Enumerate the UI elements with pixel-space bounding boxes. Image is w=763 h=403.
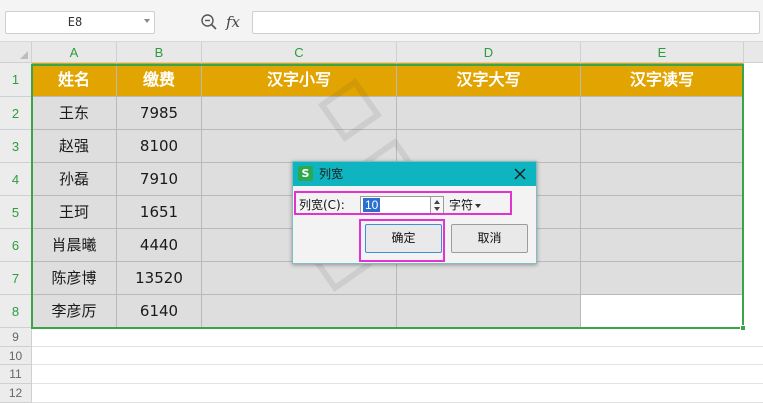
- dialog-title: 列宽: [319, 167, 344, 181]
- cell-empty[interactable]: [202, 97, 397, 130]
- header-cell-name[interactable]: 姓名: [32, 63, 117, 97]
- grid-line: [32, 383, 763, 384]
- row-header-12[interactable]: 12: [0, 384, 32, 403]
- cell-fee[interactable]: 7985: [117, 97, 202, 130]
- cell-name[interactable]: 孙磊: [32, 163, 117, 196]
- close-icon[interactable]: [512, 166, 528, 182]
- cell-name[interactable]: 肖晨曦: [32, 229, 117, 262]
- row-header-9[interactable]: 9: [0, 328, 32, 347]
- header-cell-lowercase[interactable]: 汉字小写: [202, 63, 397, 97]
- zoom-icon[interactable]: [200, 13, 218, 31]
- cell-name[interactable]: 赵强: [32, 130, 117, 163]
- column-width-input[interactable]: 10: [360, 196, 432, 214]
- row-header-10[interactable]: 10: [0, 347, 32, 365]
- cell-empty[interactable]: [581, 163, 744, 196]
- cell-empty[interactable]: [581, 229, 744, 262]
- cell-fee[interactable]: 7910: [117, 163, 202, 196]
- column-width-stepper[interactable]: [430, 196, 444, 214]
- column-header-c[interactable]: C: [202, 42, 397, 63]
- formula-bar: E8 fx: [0, 0, 763, 42]
- cell-empty[interactable]: [581, 196, 744, 229]
- column-width-value: 10: [363, 198, 381, 212]
- row-header-8[interactable]: 8: [0, 295, 32, 328]
- chevron-down-icon: [475, 203, 482, 208]
- grid-line: [32, 364, 763, 365]
- formula-input[interactable]: [252, 11, 760, 34]
- spin-down-icon[interactable]: [434, 207, 440, 211]
- cell-empty[interactable]: [202, 295, 397, 328]
- spin-up-icon[interactable]: [434, 200, 440, 204]
- column-header-e[interactable]: E: [581, 42, 744, 63]
- grid-line: [32, 346, 763, 347]
- cell-name[interactable]: 王珂: [32, 196, 117, 229]
- fx-icon[interactable]: fx: [226, 12, 246, 32]
- row-header-5[interactable]: 5: [0, 196, 32, 229]
- corner-triangle-icon: [20, 51, 28, 59]
- column-header-d[interactable]: D: [397, 42, 581, 63]
- row-header-4[interactable]: 4: [0, 163, 32, 196]
- name-box[interactable]: E8: [5, 11, 155, 34]
- column-width-label: 列宽(C):: [299, 198, 345, 212]
- cell-name[interactable]: 陈彦博: [32, 262, 117, 295]
- header-cell-uppercase[interactable]: 汉字大写: [397, 63, 581, 97]
- cell-empty[interactable]: [202, 262, 397, 295]
- row-header-11[interactable]: 11: [0, 365, 32, 384]
- header-cell-reading[interactable]: 汉字读写: [581, 63, 744, 97]
- cell-fee[interactable]: 1651: [117, 196, 202, 229]
- cell-name[interactable]: 王东: [32, 97, 117, 130]
- dialog-title-bar[interactable]: S 列宽: [293, 162, 536, 186]
- cell-empty[interactable]: [581, 130, 744, 163]
- row-header-3[interactable]: 3: [0, 130, 32, 163]
- column-header-filler: [744, 42, 763, 63]
- name-box-value: E8: [67, 15, 83, 29]
- chevron-down-icon[interactable]: [144, 19, 150, 23]
- cell-empty[interactable]: [581, 97, 744, 130]
- row-header-6[interactable]: 6: [0, 229, 32, 262]
- cell-empty[interactable]: [397, 295, 581, 328]
- unit-dropdown[interactable]: 字符: [449, 196, 482, 214]
- row-header-7[interactable]: 7: [0, 262, 32, 295]
- cancel-button[interactable]: 取消: [451, 224, 528, 253]
- fill-handle[interactable]: [740, 325, 746, 331]
- cell-empty[interactable]: [202, 130, 397, 163]
- column-header-a[interactable]: A: [32, 42, 117, 63]
- cell-empty[interactable]: [397, 97, 581, 130]
- cell-fee[interactable]: 8100: [117, 130, 202, 163]
- cell-empty[interactable]: [581, 262, 744, 295]
- app-logo-icon: S: [298, 166, 313, 181]
- cell-fee[interactable]: 4440: [117, 229, 202, 262]
- column-header-b[interactable]: B: [117, 42, 202, 63]
- cell-empty[interactable]: [397, 130, 581, 163]
- select-all-corner[interactable]: [0, 42, 32, 63]
- active-cell-e8[interactable]: [581, 295, 744, 328]
- ok-button[interactable]: 确定: [365, 224, 442, 253]
- row-header-2[interactable]: 2: [0, 97, 32, 130]
- unit-label: 字符: [449, 198, 474, 212]
- cell-fee[interactable]: 6140: [117, 295, 202, 328]
- row-header-1[interactable]: 1: [0, 63, 32, 97]
- cell-name[interactable]: 李彦厉: [32, 295, 117, 328]
- cell-fee[interactable]: 13520: [117, 262, 202, 295]
- header-cell-fee[interactable]: 缴费: [117, 63, 202, 97]
- cell-empty[interactable]: [397, 262, 581, 295]
